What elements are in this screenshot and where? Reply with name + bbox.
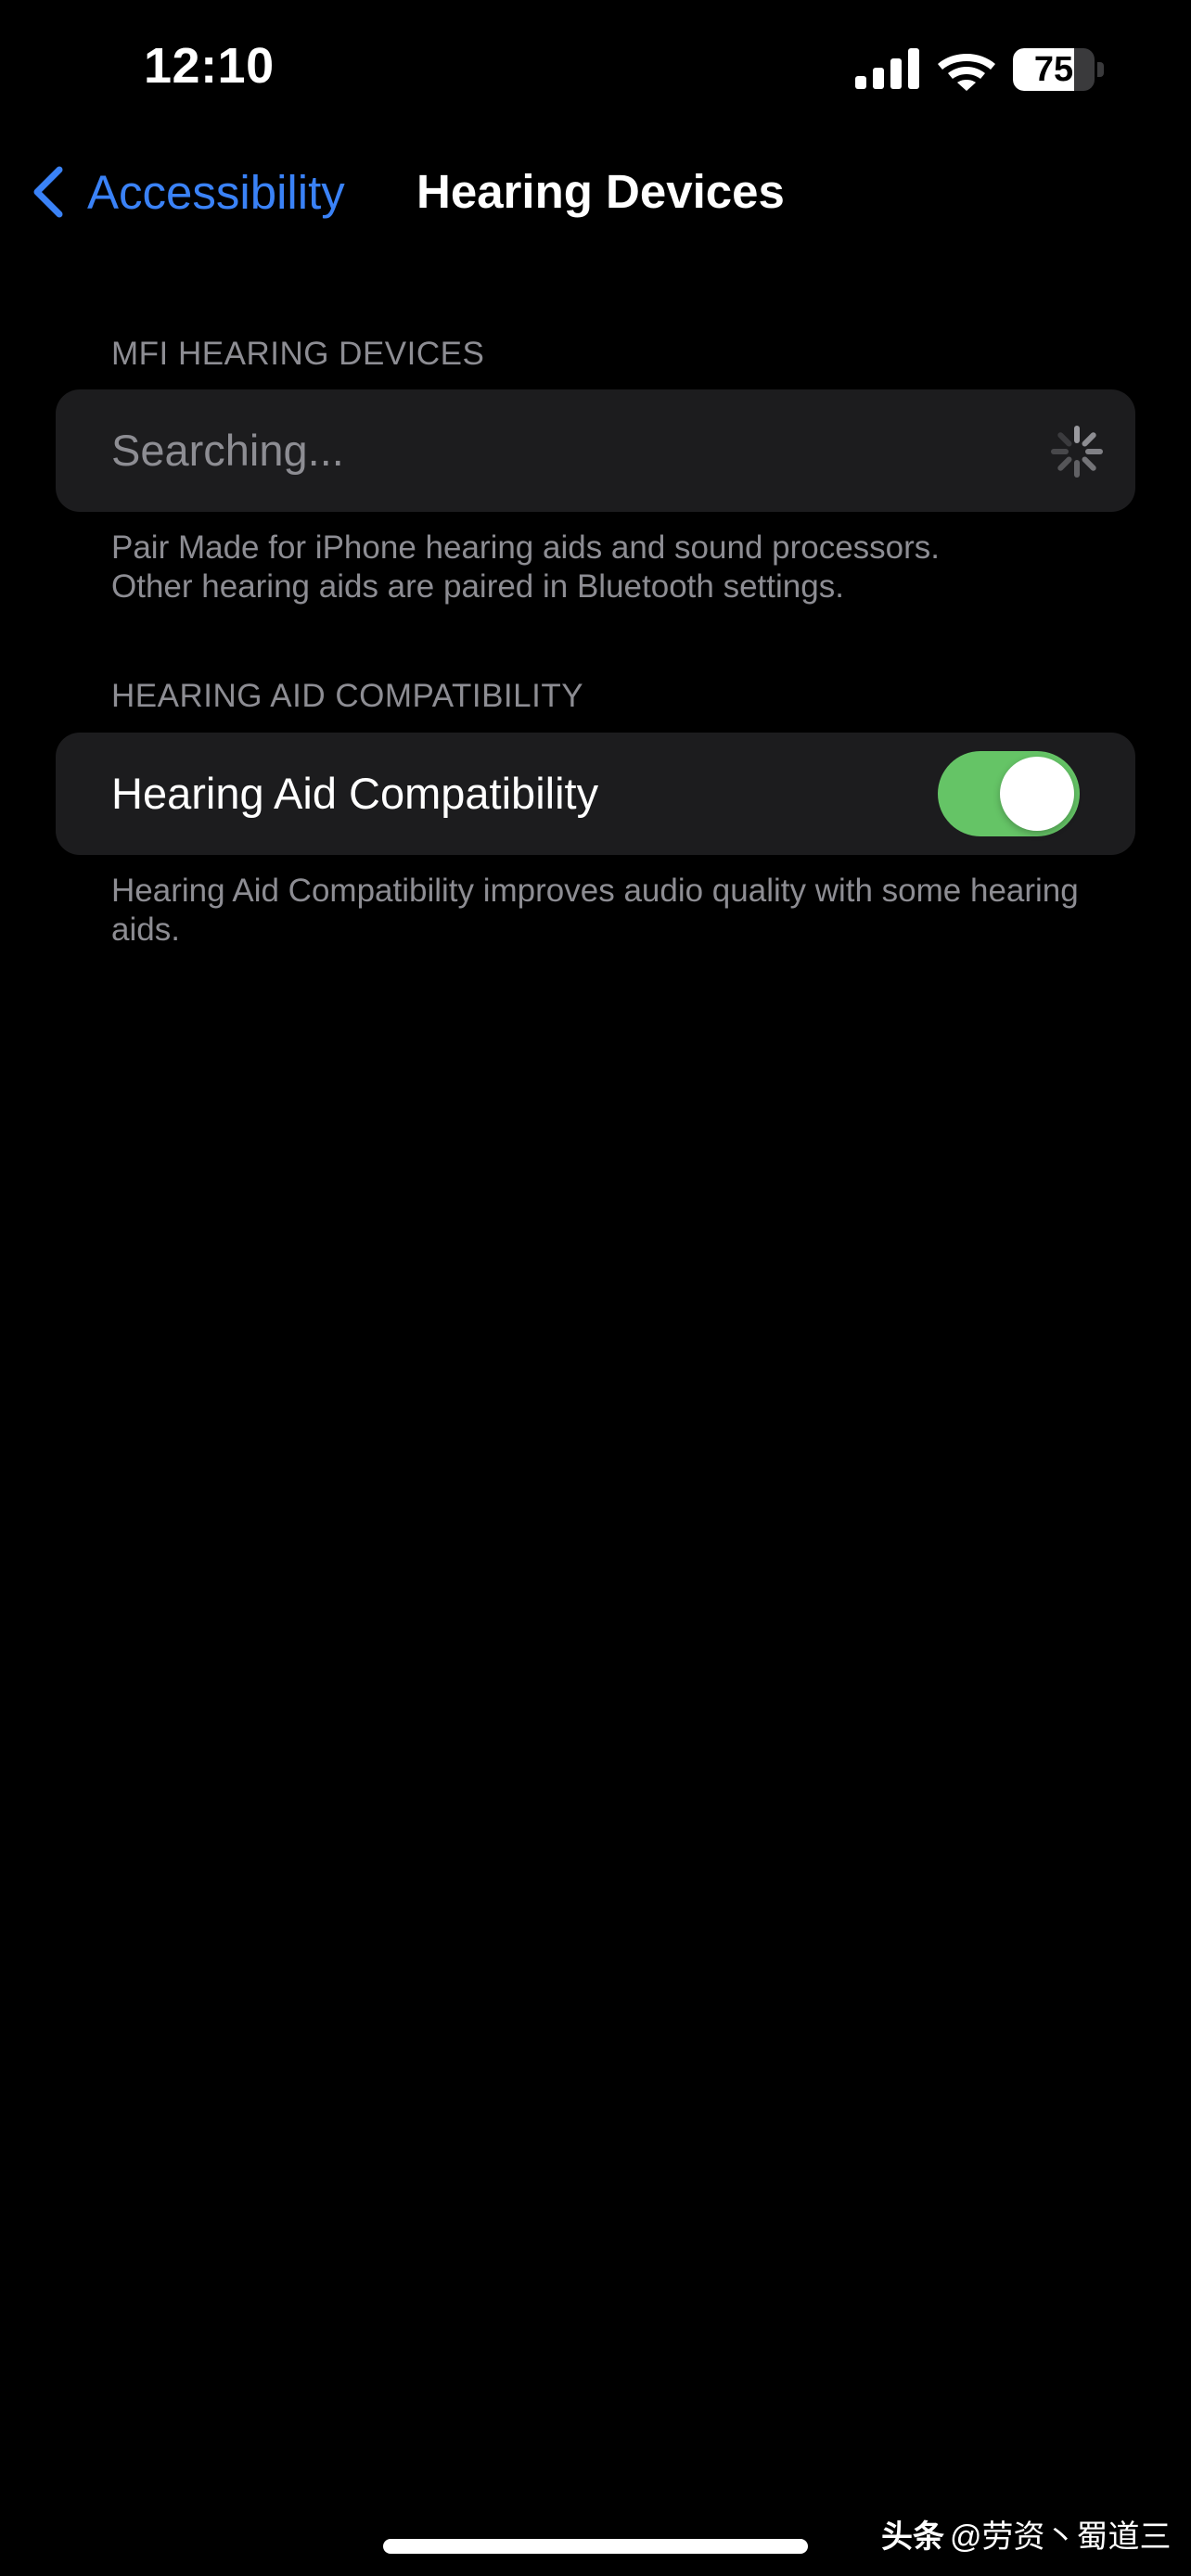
watermark: 头条 @劳资丶蜀道三 xyxy=(881,2511,1172,2557)
toggle-knob xyxy=(1000,757,1074,831)
back-button[interactable]: Accessibility xyxy=(28,148,345,236)
section-header-mfi: MFI HEARING DEVICES xyxy=(111,336,485,372)
page-title: Hearing Devices xyxy=(416,165,785,218)
home-indicator[interactable] xyxy=(383,2539,808,2554)
section-header-hac: HEARING AID COMPATIBILITY xyxy=(111,678,584,714)
battery-body: 75 xyxy=(1013,48,1095,91)
activity-spinner-icon xyxy=(1051,426,1103,478)
hac-group: Hearing Aid Compatibility xyxy=(56,733,1135,855)
watermark-handle: @劳资丶蜀道三 xyxy=(950,2519,1172,2555)
navigation-bar: Accessibility Hearing Devices xyxy=(0,148,1191,236)
cellular-signal-icon xyxy=(855,48,919,89)
hearing-aid-compatibility-toggle[interactable] xyxy=(938,751,1080,836)
battery-icon: 75 xyxy=(1013,48,1104,91)
battery-level-text: 75 xyxy=(1033,50,1074,89)
section-footer-hac: Hearing Aid Compatibility improves audio… xyxy=(111,873,1079,948)
status-bar: 12:10 75 xyxy=(0,0,1191,139)
section-footer-mfi: Pair Made for iPhone hearing aids and so… xyxy=(111,529,1095,606)
chevron-left-icon xyxy=(33,166,63,218)
battery-tip xyxy=(1097,62,1104,77)
hearing-devices-screen: 12:10 75 Accessibility Hearing Devices M… xyxy=(0,0,1191,2576)
watermark-logo: 头条 xyxy=(881,2519,944,2555)
mfi-footer-line-2: Other hearing aids are paired in Bluetoo… xyxy=(111,568,844,605)
mfi-devices-group: Searching... xyxy=(56,389,1135,512)
wifi-icon xyxy=(938,54,995,91)
back-button-label: Accessibility xyxy=(87,165,345,219)
searching-label: Searching... xyxy=(111,426,344,475)
mfi-footer-line-1: Pair Made for iPhone hearing aids and so… xyxy=(111,529,941,566)
hac-row-label: Hearing Aid Compatibility xyxy=(111,769,599,818)
status-time: 12:10 xyxy=(144,38,275,94)
